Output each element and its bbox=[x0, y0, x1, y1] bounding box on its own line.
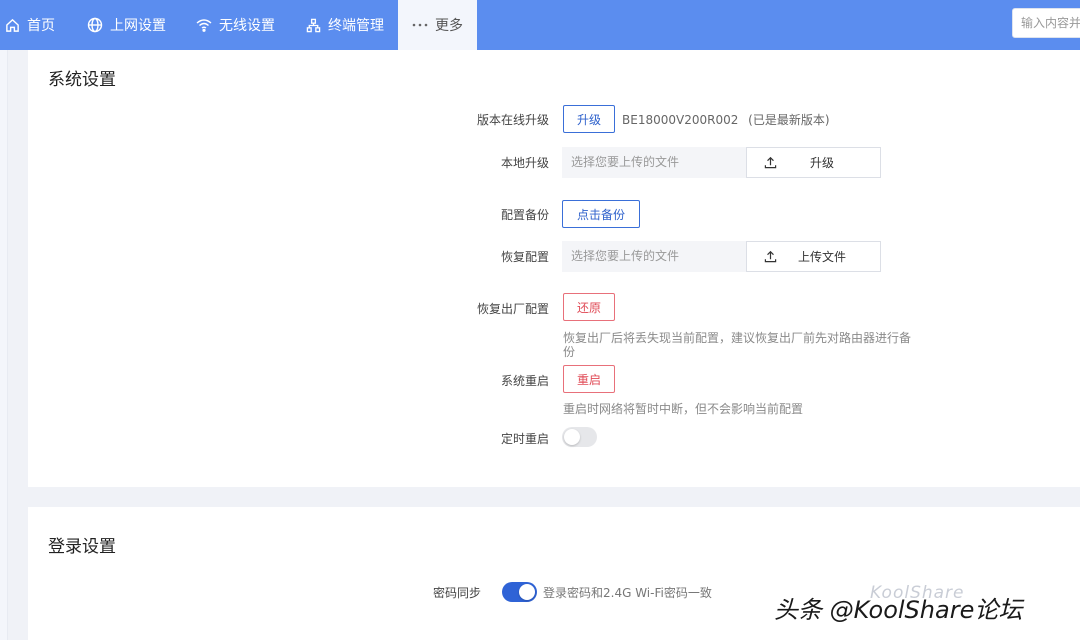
backup-button[interactable]: 点击备份 bbox=[562, 200, 640, 228]
restore-file-field[interactable]: 选择您要上传的文件 bbox=[562, 241, 747, 272]
upload-icon bbox=[764, 156, 778, 169]
nav-home-label: 首页 bbox=[27, 18, 55, 34]
watermark: 头条 @KoolShare论坛 bbox=[774, 596, 1023, 624]
nav-device-management[interactable]: 终端管理 bbox=[295, 0, 394, 50]
system-settings-card: 系统设置 版本在线升级 升级 BE18000V200R002 (已是最新版本) … bbox=[28, 50, 1080, 487]
factory-reset-hint: 恢复出厂后将丢失现当前配置，建议恢复出厂前先对路由器进行备份 bbox=[563, 331, 912, 359]
left-edge bbox=[0, 50, 8, 640]
toggle-knob bbox=[564, 429, 580, 445]
nav-wireless-settings[interactable]: 无线设置 bbox=[186, 0, 285, 50]
local-upgrade-file-field[interactable]: 选择您要上传的文件 bbox=[562, 147, 747, 178]
local-upgrade-label: 本地升级 bbox=[500, 156, 549, 170]
restore-upload-button-label: 上传文件 bbox=[797, 250, 846, 264]
firmware-version: BE18000V200R002 (已是最新版本) bbox=[622, 111, 830, 128]
nav-home[interactable]: 首页 bbox=[0, 0, 65, 50]
online-upgrade-button[interactable]: 升级 bbox=[563, 105, 615, 133]
factory-reset-label: 恢复出厂配置 bbox=[476, 302, 549, 316]
factory-reset-button[interactable]: 还原 bbox=[563, 293, 615, 321]
nav-device-label: 终端管理 bbox=[328, 18, 384, 34]
reboot-button[interactable]: 重启 bbox=[563, 365, 615, 393]
system-settings-title: 系统设置 bbox=[48, 70, 116, 90]
restore-label: 恢复配置 bbox=[500, 250, 549, 264]
globe-icon bbox=[87, 17, 103, 33]
password-sync-description: 登录密码和2.4G Wi-Fi密码一致 bbox=[543, 586, 712, 600]
search-input[interactable]: 输入内容并 bbox=[1012, 8, 1080, 38]
version-number: BE18000V200R002 bbox=[622, 113, 739, 127]
reboot-label: 系统重启 bbox=[500, 374, 549, 388]
version-status: (已是最新版本) bbox=[748, 113, 830, 127]
nav-more[interactable]: 更多 bbox=[398, 0, 477, 50]
login-settings-title: 登录设置 bbox=[48, 537, 116, 557]
scheduled-reboot-label: 定时重启 bbox=[500, 432, 549, 446]
nav-wireless-label: 无线设置 bbox=[219, 18, 275, 34]
wifi-icon bbox=[196, 17, 212, 33]
home-icon bbox=[4, 17, 20, 33]
restore-upload-button[interactable]: 上传文件 bbox=[746, 241, 881, 272]
local-upgrade-button-label: 升级 bbox=[809, 156, 834, 170]
more-icon bbox=[412, 17, 428, 33]
reboot-hint: 重启时网络将暂时中断，但不会影响当前配置 bbox=[563, 402, 804, 416]
upload-icon bbox=[764, 250, 778, 263]
local-upgrade-button[interactable]: 升级 bbox=[746, 147, 881, 178]
devices-icon bbox=[305, 17, 321, 33]
backup-label: 配置备份 bbox=[500, 208, 549, 222]
nav-internet-label: 上网设置 bbox=[110, 18, 166, 34]
password-sync-toggle[interactable] bbox=[502, 582, 537, 602]
online-upgrade-label: 版本在线升级 bbox=[476, 113, 549, 127]
nav-more-label: 更多 bbox=[435, 18, 463, 34]
nav-internet-settings[interactable]: 上网设置 bbox=[77, 0, 176, 50]
password-sync-label: 密码同步 bbox=[432, 586, 481, 600]
toggle-knob bbox=[519, 584, 535, 600]
scheduled-reboot-toggle[interactable] bbox=[562, 427, 597, 447]
top-nav: 首页 上网设置 无线设置 终端管理 更多 输入内容并 bbox=[0, 0, 1080, 50]
